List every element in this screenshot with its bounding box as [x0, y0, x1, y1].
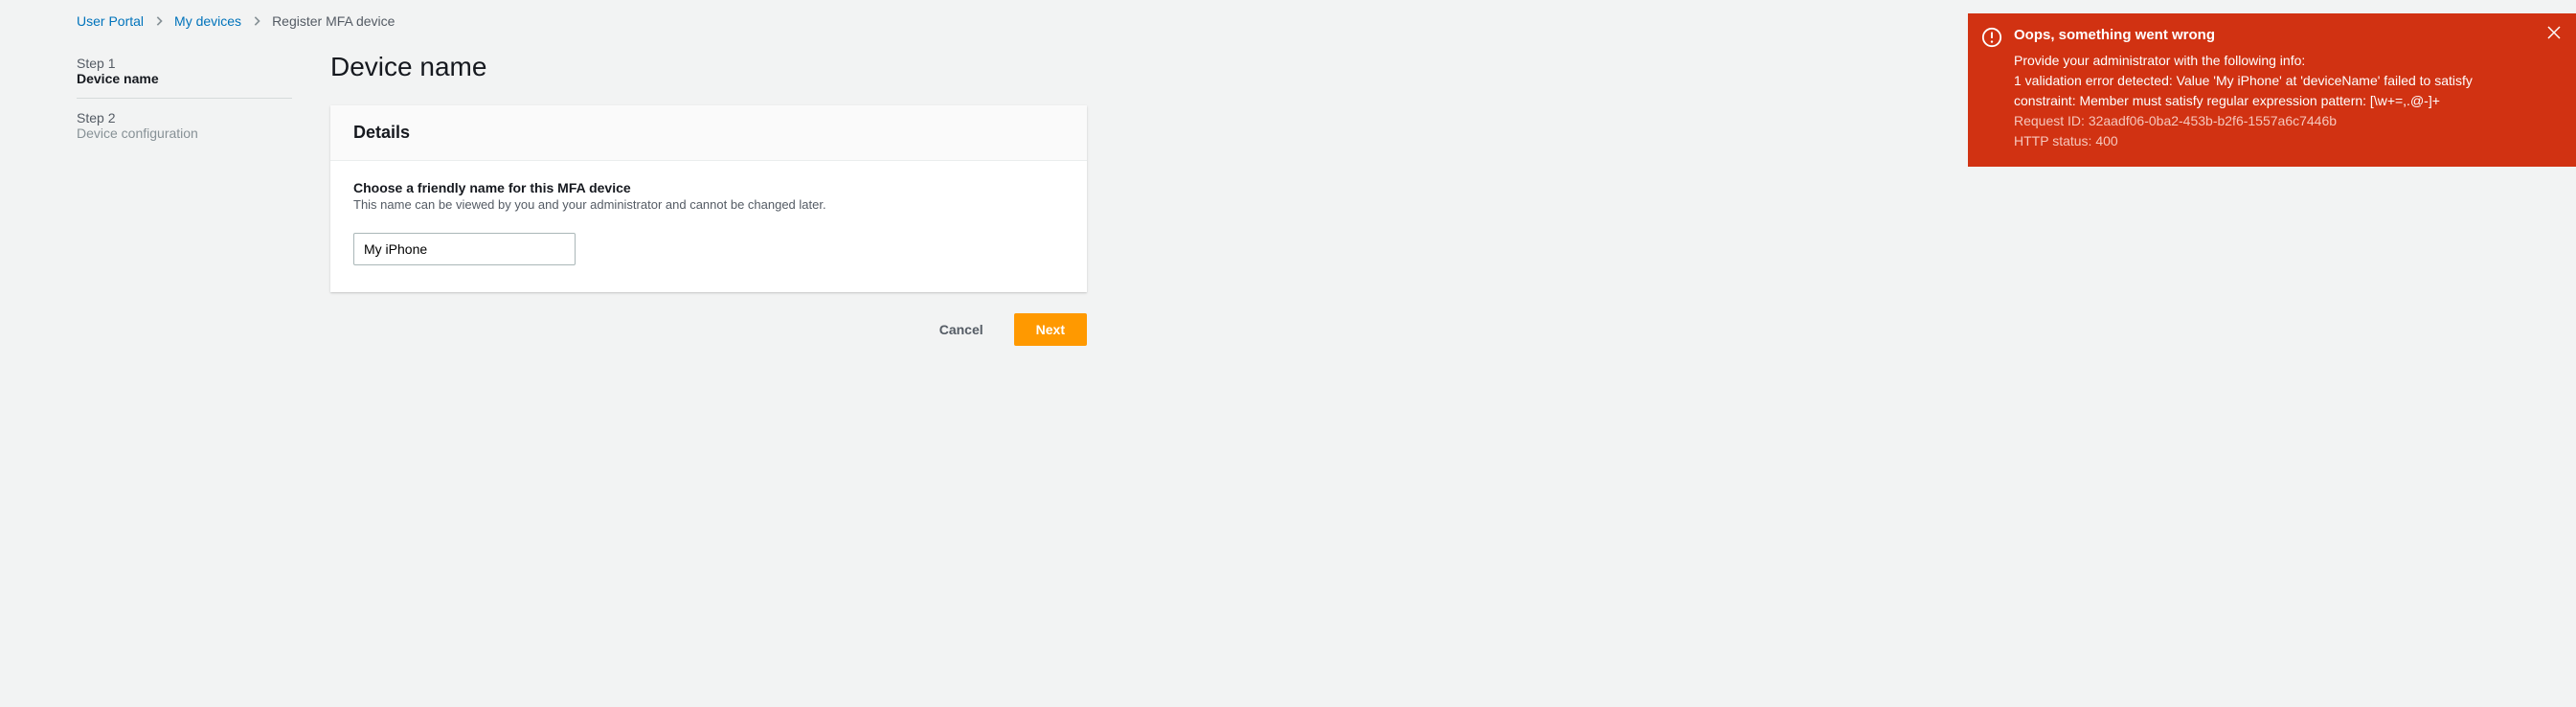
action-row: Cancel Next: [330, 313, 1087, 346]
chevron-right-icon: [155, 13, 163, 29]
toast-title: Oops, something went wrong: [2014, 25, 2536, 47]
toast-request-id: Request ID: 32aadf06-0ba2-453b-b2f6-1557…: [2014, 111, 2536, 131]
toast-content: Oops, something went wrong Provide your …: [2014, 25, 2536, 151]
toast-http-status: HTTP status: 400: [2014, 131, 2536, 151]
close-icon[interactable]: [2547, 25, 2563, 40]
panel-title: Details: [353, 123, 1064, 143]
next-button[interactable]: Next: [1014, 313, 1087, 346]
breadcrumb-user-portal[interactable]: User Portal: [77, 13, 144, 29]
wizard-steps: Step 1 Device name Step 2 Device configu…: [77, 52, 292, 346]
breadcrumb-current: Register MFA device: [272, 13, 395, 29]
panel-header: Details: [330, 105, 1087, 161]
chevron-right-icon: [253, 13, 260, 29]
toast-line: Provide your administrator with the foll…: [2014, 51, 2536, 71]
step-label: Device name: [77, 71, 292, 86]
step-1: Step 1 Device name: [77, 52, 292, 98]
step-label: Device configuration: [77, 125, 292, 141]
device-name-input[interactable]: [353, 233, 576, 265]
panel-body: Choose a friendly name for this MFA devi…: [330, 161, 1087, 292]
field-label: Choose a friendly name for this MFA devi…: [353, 180, 1064, 195]
breadcrumb-my-devices[interactable]: My devices: [174, 13, 241, 29]
field-help: This name can be viewed by you and your …: [353, 197, 1064, 212]
main-content: Device name Details Choose a friendly na…: [330, 52, 1087, 346]
details-panel: Details Choose a friendly name for this …: [330, 105, 1087, 292]
page-title: Device name: [330, 52, 1087, 82]
error-toast: Oops, something went wrong Provide your …: [1968, 13, 2576, 167]
step-number: Step 1: [77, 56, 292, 71]
toast-error-detail: 1 validation error detected: Value 'My i…: [2014, 71, 2536, 111]
step-2: Step 2 Device configuration: [77, 98, 292, 152]
cancel-button[interactable]: Cancel: [918, 313, 1005, 346]
error-icon: [1981, 27, 2002, 48]
step-number: Step 2: [77, 110, 292, 125]
